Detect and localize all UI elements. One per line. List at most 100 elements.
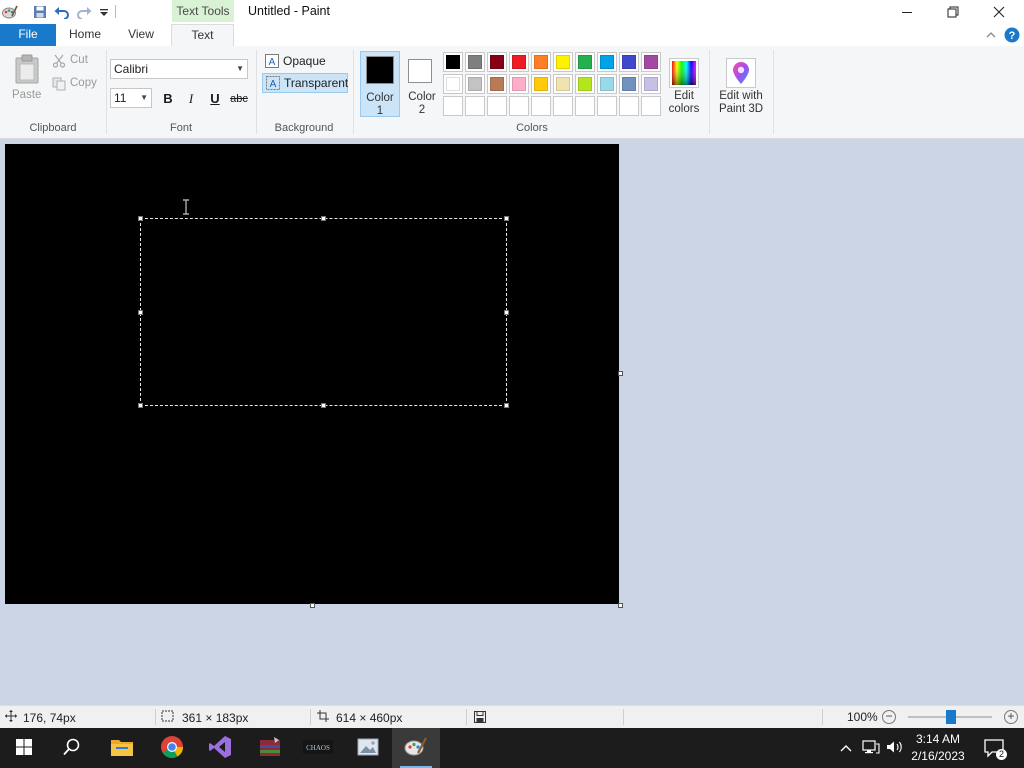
restore-button[interactable]	[930, 0, 976, 24]
palette-color-swatch[interactable]	[443, 52, 463, 72]
palette-swatch-fill	[534, 99, 548, 113]
text-box-selection[interactable]	[138, 216, 509, 408]
taskbar-visual-studio[interactable]	[196, 728, 244, 768]
canvas-resize-handle-bottom[interactable]	[310, 603, 315, 608]
resize-handle[interactable]	[504, 403, 509, 408]
palette-custom-slot[interactable]	[465, 96, 485, 116]
palette-color-swatch[interactable]	[641, 52, 661, 72]
font-family-dropdown[interactable]: Calibri ▼	[110, 59, 248, 79]
palette-custom-slot[interactable]	[575, 96, 595, 116]
bold-button[interactable]: B	[158, 89, 178, 109]
palette-custom-slot[interactable]	[487, 96, 507, 116]
palette-color-swatch[interactable]	[487, 52, 507, 72]
palette-custom-slot[interactable]	[619, 96, 639, 116]
edit-colors-button[interactable]: Edit colors	[664, 50, 704, 116]
tab-text[interactable]: Text	[171, 24, 234, 47]
taskbar-photo-viewer[interactable]	[344, 728, 392, 768]
palette-custom-slot[interactable]	[443, 96, 463, 116]
opaque-option[interactable]: A Opaque	[262, 51, 348, 71]
tab-file[interactable]: File	[0, 24, 56, 46]
resize-handle[interactable]	[321, 216, 326, 221]
paste-button[interactable]: Paste	[8, 52, 46, 108]
palette-color-swatch[interactable]	[597, 74, 617, 94]
palette-color-swatch[interactable]	[465, 52, 485, 72]
edit-with-paint3d-button[interactable]: Edit with Paint 3D	[714, 50, 768, 116]
palette-color-swatch[interactable]	[641, 74, 661, 94]
palette-color-swatch[interactable]	[509, 52, 529, 72]
redo-icon[interactable]	[76, 4, 92, 20]
palette-swatch-fill	[600, 77, 614, 91]
start-button[interactable]	[0, 728, 48, 768]
cut-button[interactable]: Cut	[52, 53, 102, 71]
clipboard-group-label: Clipboard	[29, 122, 77, 134]
paint-app-icon[interactable]	[2, 4, 18, 20]
canvas-resize-handle-right[interactable]	[618, 371, 623, 376]
palette-color-swatch[interactable]	[553, 74, 573, 94]
taskbar-file-explorer[interactable]	[98, 728, 146, 768]
resize-handle[interactable]	[138, 310, 143, 315]
palette-color-swatch[interactable]	[619, 52, 639, 72]
font-size-dropdown[interactable]: 11 ▼	[110, 88, 152, 108]
save-icon[interactable]	[32, 4, 48, 20]
search-icon	[63, 738, 81, 759]
color1-button[interactable]: Color 1	[360, 51, 400, 117]
strikethrough-button[interactable]: abc	[228, 89, 250, 109]
palette-color-swatch[interactable]	[465, 74, 485, 94]
color2-button[interactable]: Color 2	[402, 51, 442, 117]
taskbar-chrome[interactable]	[148, 728, 196, 768]
italic-button[interactable]: I	[181, 89, 201, 109]
palette-color-swatch[interactable]	[597, 52, 617, 72]
taskbar-search-button[interactable]	[48, 728, 96, 768]
collapse-ribbon-icon[interactable]	[982, 26, 1000, 44]
action-center-button[interactable]: 2	[978, 728, 1010, 768]
tab-view[interactable]: View	[114, 24, 168, 46]
palette-swatch-fill	[622, 99, 636, 113]
palette-custom-slot[interactable]	[597, 96, 617, 116]
taskbar-winrar[interactable]	[246, 728, 294, 768]
taskbar-paint[interactable]	[392, 728, 440, 768]
palette-swatch-fill	[468, 77, 482, 91]
copy-button[interactable]: Copy	[52, 76, 102, 94]
zoom-in-button[interactable]: +	[1004, 710, 1018, 724]
help-icon[interactable]: ?	[1003, 26, 1021, 44]
underline-button[interactable]: U	[205, 89, 225, 109]
network-button[interactable]	[860, 728, 882, 768]
zoom-slider-thumb[interactable]	[946, 710, 956, 724]
resize-handle[interactable]	[138, 216, 143, 221]
palette-color-swatch[interactable]	[619, 74, 639, 94]
show-hidden-icons-button[interactable]	[836, 728, 856, 768]
palette-color-swatch[interactable]	[531, 74, 551, 94]
minimize-button[interactable]	[884, 0, 930, 24]
undo-icon[interactable]	[54, 4, 70, 20]
resize-handle[interactable]	[504, 310, 509, 315]
taskbar-clock[interactable]: 3:14 AM 2/16/2023	[905, 731, 971, 765]
canvas-workspace[interactable]	[0, 139, 1024, 705]
start-icon	[16, 738, 32, 758]
palette-color-swatch[interactable]	[531, 52, 551, 72]
close-button[interactable]	[976, 0, 1022, 24]
canvas-resize-handle-corner[interactable]	[618, 603, 623, 608]
volume-button[interactable]	[884, 728, 906, 768]
palette-custom-slot[interactable]	[641, 96, 661, 116]
customize-quick-access-icon[interactable]	[96, 4, 112, 20]
palette-custom-slot[interactable]	[531, 96, 551, 116]
palette-color-swatch[interactable]	[575, 52, 595, 72]
palette-color-swatch[interactable]	[553, 52, 573, 72]
palette-color-swatch[interactable]	[487, 74, 507, 94]
palette-swatch-fill	[556, 55, 570, 69]
palette-color-swatch[interactable]	[575, 74, 595, 94]
transparent-option[interactable]: A Transparent	[262, 73, 348, 93]
palette-color-swatch[interactable]	[509, 74, 529, 94]
resize-handle[interactable]	[321, 403, 326, 408]
palette-swatch-fill	[446, 77, 460, 91]
resize-handle[interactable]	[504, 216, 509, 221]
drawing-canvas[interactable]	[5, 144, 619, 604]
palette-custom-slot[interactable]	[553, 96, 573, 116]
tab-home[interactable]: Home	[58, 24, 112, 46]
zoom-out-button[interactable]: −	[882, 710, 896, 724]
move-cursor-icon	[5, 710, 17, 725]
resize-handle[interactable]	[138, 403, 143, 408]
palette-custom-slot[interactable]	[509, 96, 529, 116]
palette-color-swatch[interactable]	[443, 74, 463, 94]
taskbar-chaos-app[interactable]: CHAOS	[294, 728, 342, 768]
